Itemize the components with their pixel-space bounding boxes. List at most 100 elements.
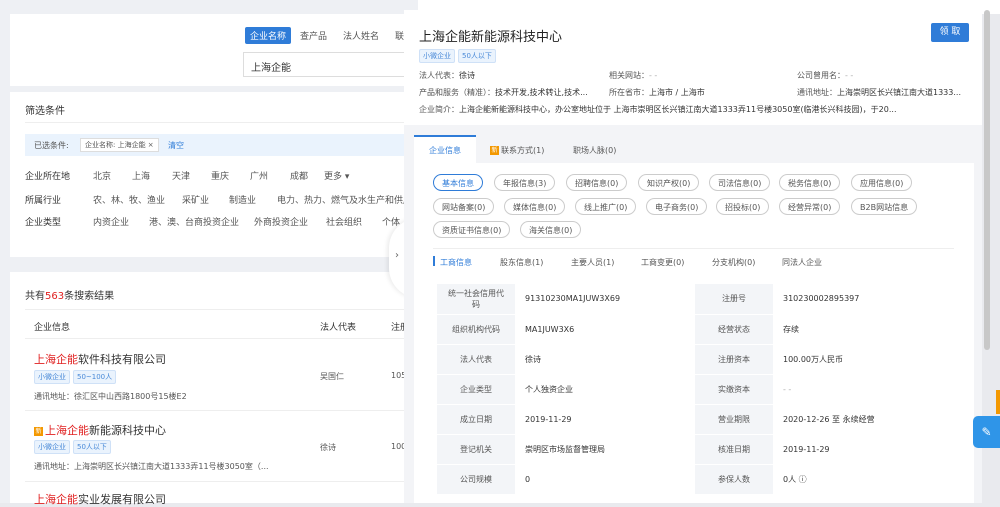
table-key: 企业类型: [437, 374, 515, 405]
table-value: 徐诗: [515, 344, 695, 375]
info-button[interactable]: 年报信息(3): [494, 174, 556, 191]
filter-option[interactable]: 电力、热力、燃气及水生产和供应业: [277, 193, 405, 206]
info-button[interactable]: 招聘信息(0): [566, 174, 628, 191]
business-info-table: 统一社会信用代码 91310230MA1JUW3X69 注册号 31023000…: [437, 284, 953, 495]
result-company-name[interactable]: 新上海企能新能源科技中心: [34, 422, 166, 438]
tag-size: 小微企业: [419, 49, 455, 63]
table-row: 企业类型 个人独资企业 实缴资本 - -: [437, 374, 953, 405]
info-button[interactable]: 税务信息(0): [779, 174, 841, 191]
table-key: 统一社会信用代码: [437, 284, 515, 315]
scrollbar[interactable]: [984, 10, 990, 350]
intro-value: 上海企能新能源科技中心，办公室地址位于 上海市崇明区长兴镇江南大道1333弄11…: [459, 105, 897, 114]
table-value: 0: [515, 464, 695, 495]
subtab-changes[interactable]: 工商变更(0): [641, 257, 684, 268]
divider: [25, 338, 418, 339]
table-row: 成立日期 2019-11-29 营业期限 2020-12-26 至 永续经营: [437, 404, 953, 435]
subtab-same-legal[interactable]: 同法人企业: [782, 257, 822, 268]
result-company-name[interactable]: 上海企能软件科技有限公司: [34, 351, 166, 367]
table-value: 100.00万人民币: [773, 344, 953, 375]
filter-option[interactable]: 成都: [290, 169, 308, 182]
table-row: 登记机关 崇明区市场监督管理局 核准日期 2019-11-29: [437, 434, 953, 465]
filter-option[interactable]: 广州: [250, 169, 268, 182]
filter-option[interactable]: 农、林、牧、渔业: [93, 193, 165, 206]
info-button[interactable]: 海关信息(0): [520, 221, 582, 238]
info-button[interactable]: B2B网站信息: [851, 198, 918, 215]
divider: [25, 309, 418, 310]
result-address: 通讯地址：上海崇明区长兴镇江南大道1333弄11号楼3050室（...: [34, 462, 269, 471]
mail-address: 通讯地址：上海崇明区长兴镇江南大道1333...: [797, 87, 961, 98]
chosen-label: 已选条件:: [34, 141, 69, 150]
company-tags: 小微企业 50人以下: [419, 49, 499, 63]
info-button[interactable]: 知识产权(0): [638, 174, 700, 191]
result-legal: 徐诗: [320, 443, 336, 452]
clear-link[interactable]: 清空: [168, 140, 184, 151]
info-button[interactable]: 招投标(0): [716, 198, 770, 215]
filter-row-label: 企业类型: [25, 218, 62, 228]
filter-option[interactable]: 制造业: [229, 193, 256, 206]
website: 相关网站：- -: [609, 70, 657, 81]
intro-label: 企业简介：: [419, 105, 459, 114]
tab-product[interactable]: 查产品: [295, 27, 332, 44]
table-key: 参保人数: [695, 464, 773, 495]
filter-option[interactable]: 社会组织: [326, 215, 362, 228]
website-label: 相关网站：: [609, 71, 649, 80]
info-button[interactable]: 经营异常(0): [779, 198, 841, 215]
table-key: 公司规模: [437, 464, 515, 495]
subtab-personnel[interactable]: 主要人员(1): [571, 257, 614, 268]
search-input[interactable]: 上海企能: [243, 52, 418, 77]
divider: [433, 248, 954, 249]
filter-option[interactable]: 外商投资企业: [254, 215, 308, 228]
new-badge-icon: 新: [490, 146, 499, 155]
name-rest: 实业发展有限公司: [78, 493, 166, 506]
info-button[interactable]: 基本信息: [433, 174, 483, 191]
filter-more[interactable]: 更多 ▾: [324, 169, 349, 182]
mail-value: 上海崇明区长兴镇江南大道1333...: [837, 88, 961, 97]
table-value: 0人 ⓘ: [773, 464, 953, 495]
claim-button[interactable]: 领 取: [931, 23, 969, 42]
filter-option[interactable]: 内资企业: [93, 215, 129, 228]
filter-option[interactable]: 采矿业: [182, 193, 209, 206]
subtab-shareholders[interactable]: 股东信息(1): [500, 257, 543, 268]
edit-feedback-button[interactable]: ✎: [973, 416, 1000, 448]
chosen-chip[interactable]: 企业名称: 上海企能 ×: [80, 138, 159, 152]
info-button[interactable]: 网站备案(0): [433, 198, 495, 215]
info-button[interactable]: 司法信息(0): [709, 174, 771, 191]
name-rest: 新能源科技中心: [89, 424, 166, 437]
table-row: 统一社会信用代码 91310230MA1JUW3X69 注册号 31023000…: [437, 284, 953, 315]
result-tags: 小微企业 50~100人: [34, 370, 119, 384]
tab-company-name[interactable]: 企业名称: [245, 27, 292, 44]
table-key: 营业期限: [695, 404, 773, 435]
info-button[interactable]: 线上推广(0): [575, 198, 637, 215]
info-button[interactable]: 电子商务(0): [646, 198, 708, 215]
table-value: 2020-12-26 至 永续经营: [773, 404, 953, 435]
legal-label: 法人代表：: [419, 71, 459, 80]
filter-option[interactable]: 重庆: [211, 169, 229, 182]
info-button[interactable]: 媒体信息(0): [504, 198, 566, 215]
table-key: 核准日期: [695, 434, 773, 465]
info-button[interactable]: 资质证书信息(0): [433, 221, 511, 238]
tab-strip-fill: [638, 135, 974, 163]
tab-network-label: 职场人脉(0): [573, 146, 617, 155]
subtab-branches[interactable]: 分支机构(0): [712, 257, 755, 268]
result-company-name[interactable]: 上海企能实业发展有限公司: [34, 491, 166, 507]
divider: [25, 481, 418, 482]
table-key: 注册号: [695, 284, 773, 315]
tab-legal-name[interactable]: 法人姓名: [338, 27, 384, 44]
table-value: MA1JUW3X6: [515, 314, 695, 345]
filter-option[interactable]: 天津: [172, 169, 190, 182]
info-button[interactable]: 应用信息(0): [851, 174, 913, 191]
tab-contact-label: 新联系方式(1): [490, 145, 544, 156]
filter-option[interactable]: 上海: [132, 169, 150, 182]
result-address: 通讯地址：徐汇区中山西路1800号15楼E2: [34, 392, 187, 401]
tag-staff: 50人以下: [458, 49, 496, 63]
table-value: 存续: [773, 314, 953, 345]
subtab-business[interactable]: 工商信息: [440, 257, 472, 268]
table-key: 实缴资本: [695, 374, 773, 405]
filter-title: 筛选条件: [25, 106, 65, 117]
filter-option[interactable]: 港、澳、台商投资企业: [149, 215, 239, 228]
result-count: 共有563条搜索结果: [25, 287, 114, 302]
name-highlight: 上海企能: [34, 493, 78, 506]
filter-option[interactable]: 北京: [93, 169, 111, 182]
count-suffix: 条搜索结果: [64, 291, 115, 302]
filter-row-label: 企业所在地: [25, 172, 71, 182]
